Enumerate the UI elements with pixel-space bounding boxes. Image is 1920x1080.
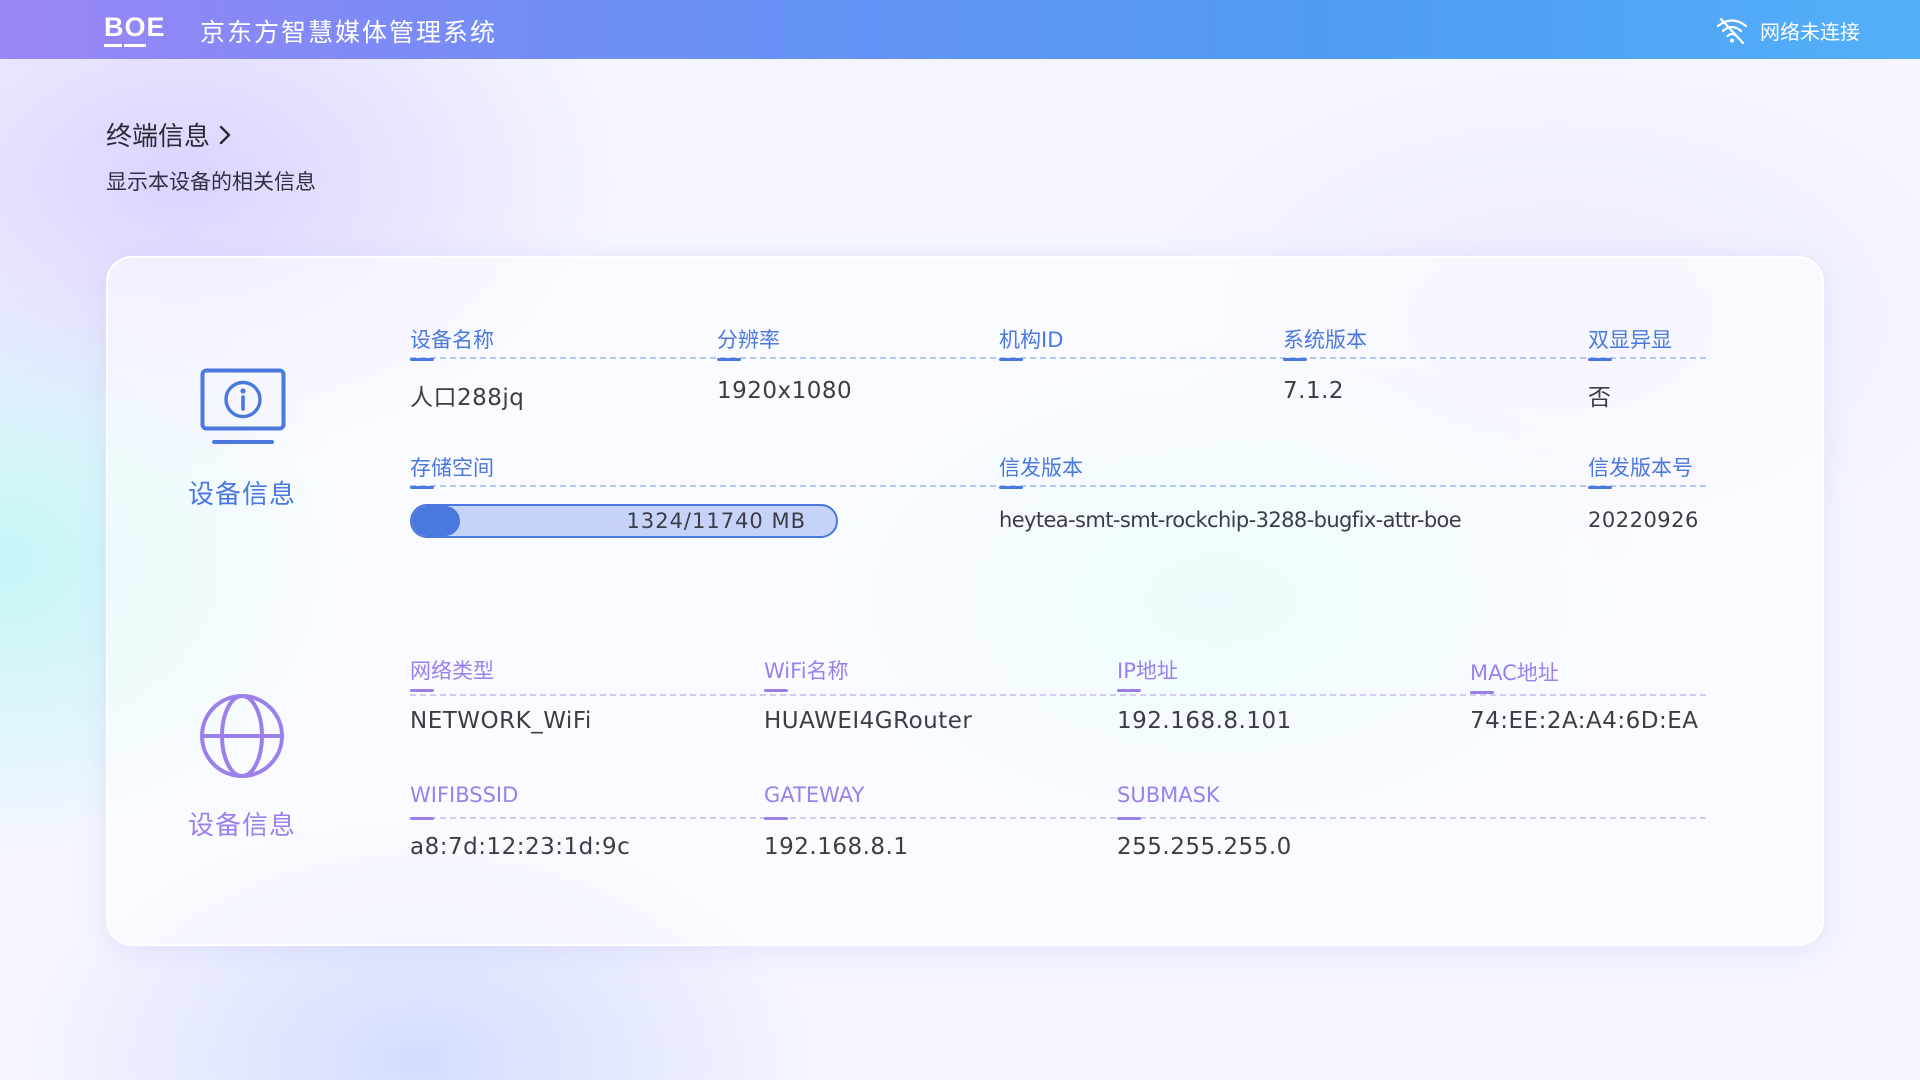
network-status-label: 网络未连接	[1760, 20, 1860, 44]
boe-logo: BOE	[104, 12, 166, 42]
logo-underline	[104, 44, 166, 47]
device-row1-divider	[410, 357, 1706, 359]
gateway-label: GATEWAY	[764, 783, 865, 820]
ip-label: IP地址	[1117, 655, 1178, 692]
storage-value: 1324/11740 MB	[626, 509, 806, 533]
device-section-label: 设备信息	[187, 480, 296, 510]
ip-value: 192.168.8.101	[1117, 708, 1292, 734]
mac-value: 74:EE:2A:A4:6D:EA	[1470, 708, 1699, 734]
resolution-value: 1920x1080	[717, 378, 853, 404]
system-version-label: 系统版本	[1283, 324, 1367, 361]
page-title-text: 终端信息	[106, 122, 211, 152]
monitor-info-icon	[200, 368, 286, 444]
network-section-label: 设备信息	[187, 811, 296, 841]
org-id-label: 机构ID	[999, 324, 1063, 361]
dual-display-label: 双显异显	[1588, 324, 1672, 361]
globe-icon	[200, 694, 284, 778]
storage-progress-fill	[412, 506, 460, 536]
release-version-label: 信发版本	[999, 452, 1083, 489]
network-row2-divider	[410, 817, 1706, 819]
page-subtitle: 显示本设备的相关信息	[106, 170, 316, 194]
network-type-label: 网络类型	[410, 655, 494, 692]
resolution-label: 分辨率	[717, 324, 780, 361]
release-number-label: 信发版本号	[1588, 452, 1693, 489]
device-name-value: 人口288jq	[410, 385, 525, 411]
dual-display-value: 否	[1588, 385, 1612, 411]
network-status[interactable]: 网络未连接	[1716, 16, 1860, 45]
storage-label: 存储空间	[410, 452, 494, 489]
release-number-value: 20220926	[1588, 508, 1699, 532]
network-type-value: NETWORK_WiFi	[410, 708, 592, 734]
terminal-info-card	[106, 256, 1824, 946]
system-version-value: 7.1.2	[1283, 378, 1345, 404]
storage-progress-bar: 1324/11740 MB	[410, 504, 838, 538]
device-name-label: 设备名称	[410, 324, 494, 361]
wifi-name-value: HUAWEI4GRouter	[764, 708, 973, 734]
wifi-name-label: WiFi名称	[764, 655, 849, 692]
chevron-right-icon	[219, 125, 231, 144]
submask-label: SUBMASK	[1117, 783, 1220, 820]
page-title[interactable]: 终端信息	[106, 116, 232, 153]
bssid-value: a8:7d:12:23:1d:9c	[410, 834, 631, 860]
submask-value: 255.255.255.0	[1117, 834, 1292, 860]
gateway-value: 192.168.8.1	[764, 834, 909, 860]
network-row1-divider	[410, 694, 1706, 696]
device-row2-divider	[410, 485, 1706, 487]
mac-label: MAC地址	[1470, 657, 1559, 694]
bssid-label: WIFIBSSID	[410, 783, 519, 820]
release-version-value: heytea-smt-smt-rockchip-3288-bugfix-attr…	[999, 508, 1462, 532]
top-bar: BOE 京东方智慧媒体管理系统 网络未连接	[0, 0, 1920, 59]
app-title: 京东方智慧媒体管理系统	[200, 18, 498, 47]
wifi-off-icon	[1716, 17, 1748, 44]
